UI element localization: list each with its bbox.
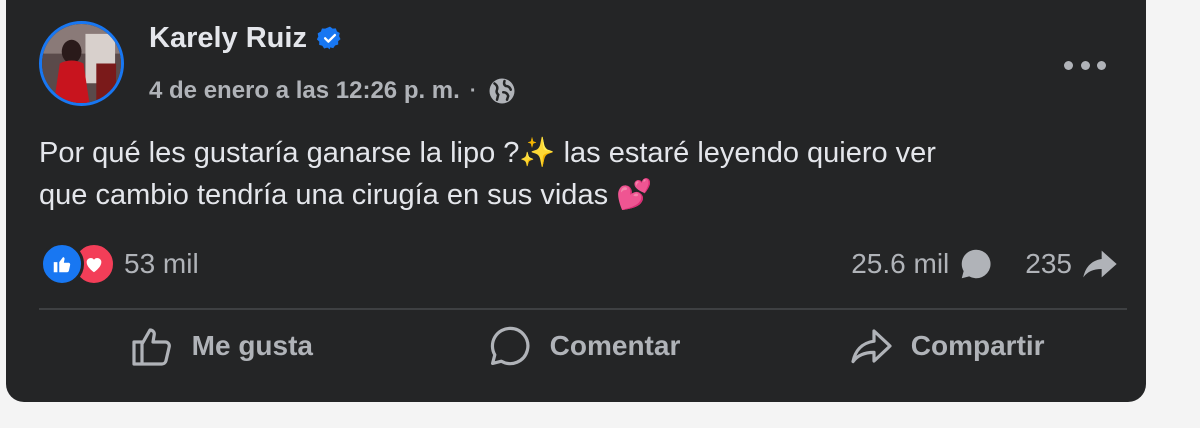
share-arrow-icon [1083,250,1117,278]
action-bar: Me gusta Comentar Compartir [39,314,1127,378]
comment-bubble-icon [962,249,991,279]
verified-badge-icon [316,26,341,50]
like-reaction-icon [40,242,84,286]
post-text-line: Por qué les gustaría ganarse la lipo ?✨ … [39,137,936,169]
share-button-label: Compartir [910,330,1045,361]
like-button-label: Me gusta [191,330,314,361]
comment-button-label: Comentar [549,330,681,361]
post-author[interactable]: Karely Ruiz [149,20,343,56]
divider [39,308,1127,310]
shares-stat[interactable]: 235 [1025,244,1120,284]
meta-separator: · [469,80,477,102]
page: Karely Ruiz 4 de enero a las 12:26 p. m.… [0,0,1200,428]
share-icon [851,329,892,364]
author-name[interactable]: Karely Ruiz [149,20,307,56]
thumbs-up-icon [132,328,171,366]
more-dot-icon [1080,60,1090,70]
comment-icon [490,326,530,366]
globe-icon[interactable] [487,76,517,106]
post-timestamp[interactable]: 4 de enero a las 12:26 p. m. [149,76,460,106]
post-text-line: que cambio tendría una cirugía en sus vi… [39,179,653,211]
more-dot-icon [1097,60,1106,70]
shares-count[interactable]: 235 [1025,248,1072,280]
comment-button[interactable]: Comentar [402,314,765,378]
like-button[interactable]: Me gusta [39,314,402,378]
post-stats: 25.6 mil 235 [851,242,1120,286]
more-dot-icon [1064,60,1073,70]
reactions-summary[interactable]: 53 mil [40,242,199,286]
post-text: Por qué les gustaría ganarse la lipo ?✨ … [39,132,1119,216]
avatar[interactable] [39,21,124,106]
comments-count[interactable]: 25.6 mil [851,248,949,280]
avatar-image [42,24,121,103]
share-button[interactable]: Compartir [764,314,1127,378]
post-card: Karely Ruiz 4 de enero a las 12:26 p. m.… [6,0,1146,402]
more-options-button[interactable] [1064,54,1106,76]
post-meta: 4 de enero a las 12:26 p. m. · [149,76,517,106]
comments-stat[interactable]: 25.6 mil [851,245,995,283]
reactions-count[interactable]: 53 mil [124,248,199,280]
